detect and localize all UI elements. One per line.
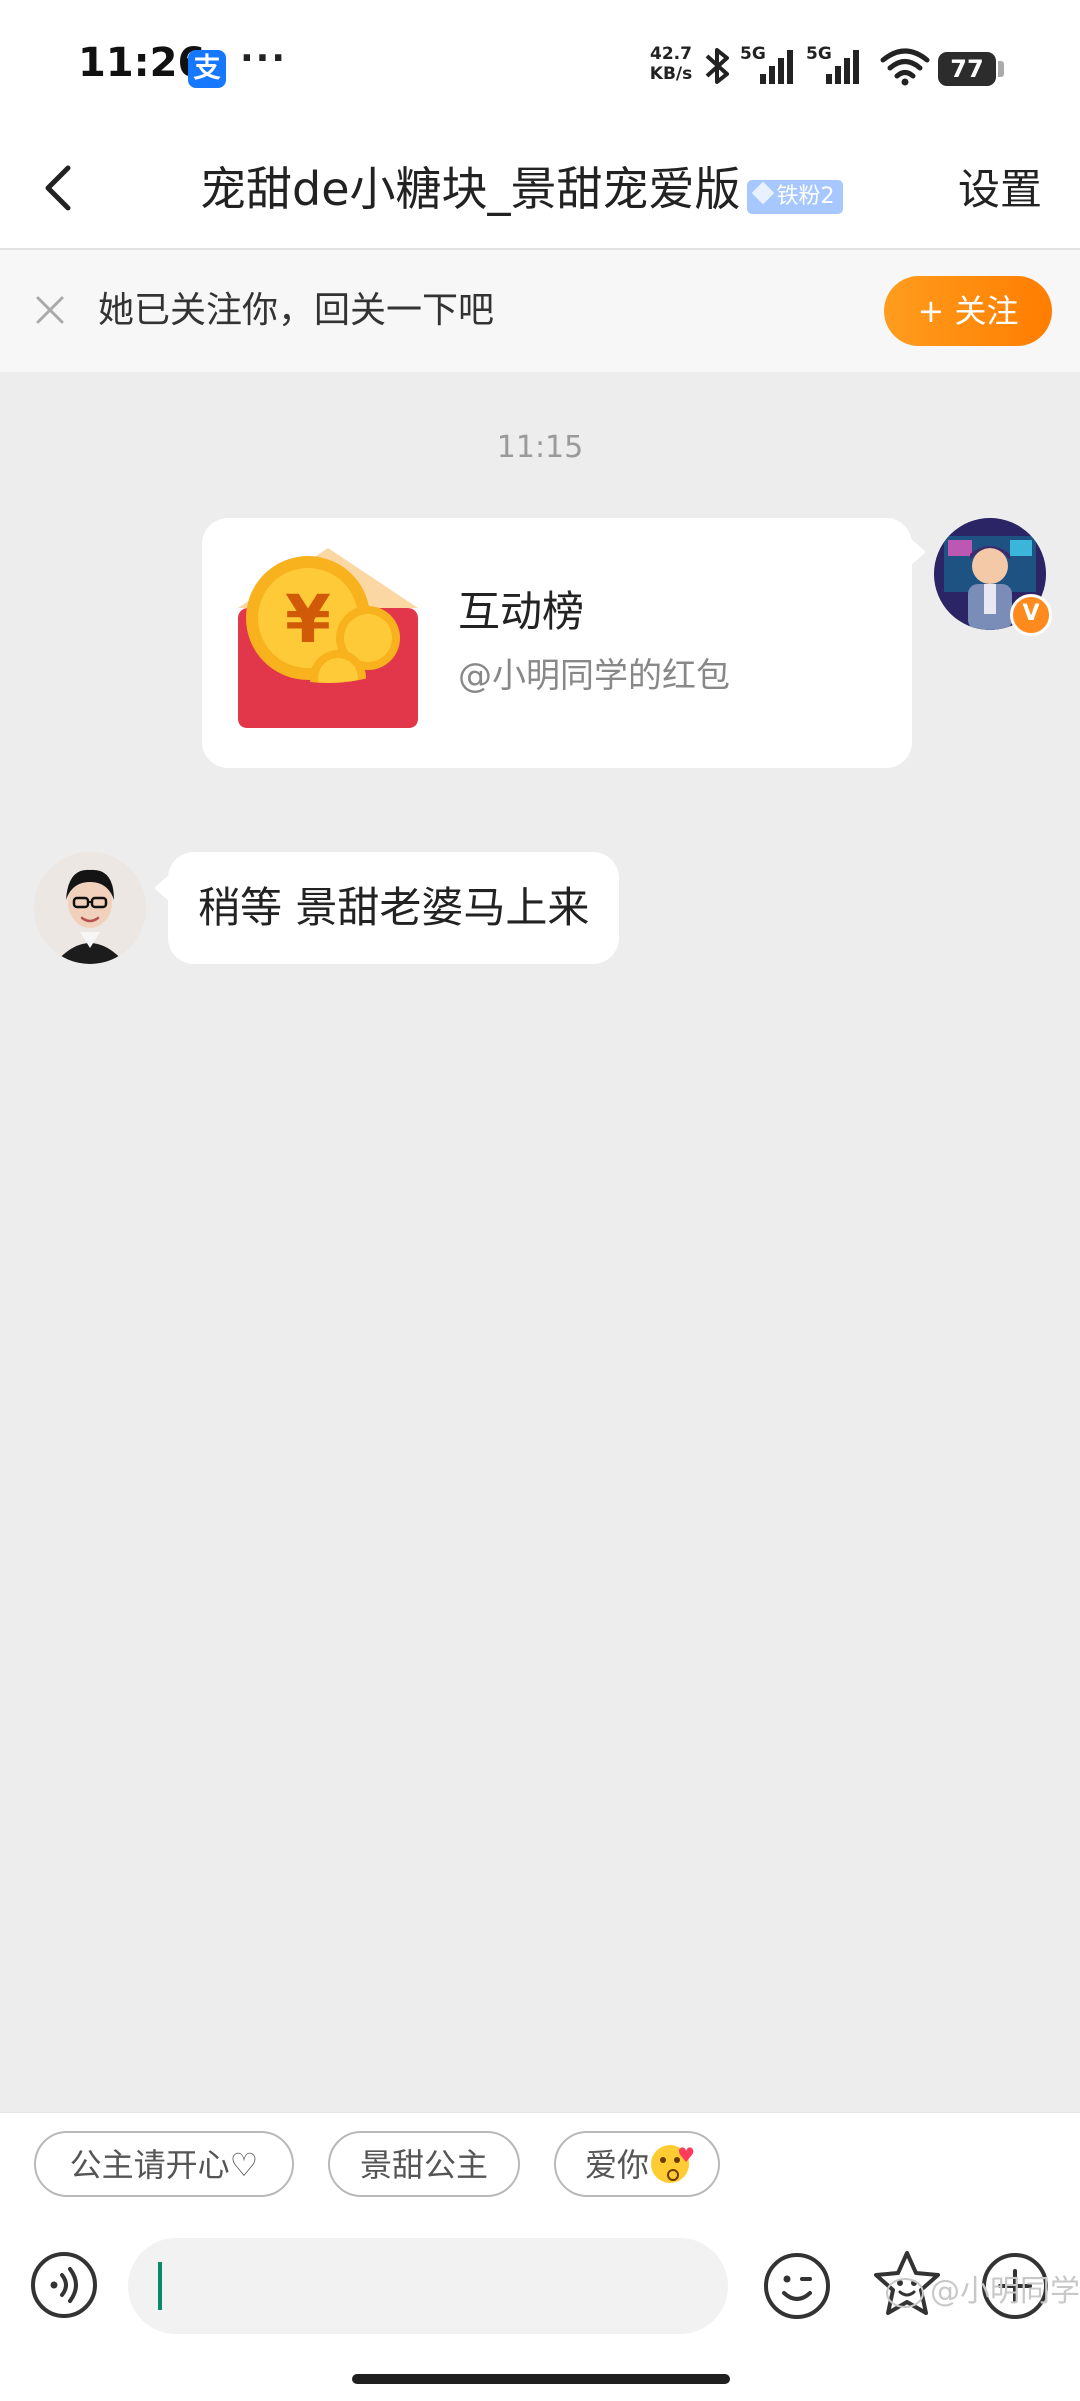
- close-icon[interactable]: [30, 290, 70, 330]
- my-avatar[interactable]: V: [934, 518, 1052, 636]
- message-timestamp: 11:15: [496, 430, 584, 465]
- network-speed: 42.7 KB/s: [646, 44, 696, 84]
- signal-2-icon: 5G: [806, 44, 866, 88]
- bluetooth-icon: [705, 48, 729, 84]
- follow-hint-text: 她已关注你，回关一下吧: [98, 290, 495, 331]
- title-area: 宠甜de小糖块_景甜宠爱版 铁粉2: [200, 156, 900, 222]
- message-input[interactable]: [128, 2238, 728, 2334]
- fan-level-badge: 铁粉2: [746, 179, 843, 214]
- text-message[interactable]: 稍等 景甜老婆马上来: [153, 852, 620, 964]
- text-cursor: [158, 2262, 162, 2310]
- alipay-icon: 支: [188, 50, 226, 88]
- network-speed-value: 42.7: [650, 44, 692, 64]
- emoji-icon[interactable]: [762, 2251, 832, 2321]
- signal-1-icon: 5G: [740, 44, 800, 88]
- red-packet-subtitle: @小明同学的红包: [458, 656, 730, 696]
- chat-header: 宠甜de小糖块_景甜宠爱版 铁粉2 设置: [0, 130, 1080, 250]
- red-packet-icon: ¥: [238, 548, 418, 728]
- red-packet-title: 互动榜: [458, 587, 585, 636]
- home-indicator[interactable]: [352, 2374, 730, 2384]
- page-title: 宠甜de小糖块_景甜宠爱版: [200, 162, 741, 216]
- kiss-emoji-icon: ♥: [651, 2145, 695, 2183]
- follow-button[interactable]: + 关注: [884, 276, 1052, 346]
- weibo-watermark: @小明同学: [886, 2266, 1080, 2310]
- quick-reply-3-label: 爱你: [584, 2146, 649, 2184]
- quick-reply-3[interactable]: 爱你 ♥: [554, 2131, 720, 2197]
- follow-suggestion-bar: 她已关注你，回关一下吧 + 关注: [0, 250, 1080, 372]
- status-bar: 11:26 支 ··· 42.7 KB/s 5G 5G 77: [0, 0, 1080, 130]
- verified-badge: V: [1010, 594, 1052, 636]
- fan-badge-label: 铁粉2: [776, 183, 835, 209]
- friend-avatar[interactable]: [34, 852, 146, 964]
- quick-reply-2[interactable]: 景甜公主: [328, 2131, 520, 2197]
- more-notifications-icon: ···: [240, 38, 288, 79]
- wifi-icon: [880, 48, 930, 86]
- network-speed-unit: KB/s: [649, 64, 693, 84]
- status-time: 11:26: [78, 40, 206, 86]
- weibo-logo-icon: [886, 2277, 924, 2308]
- quick-reply-1[interactable]: 公主请开心♡: [34, 2131, 294, 2197]
- settings-button[interactable]: 设置: [958, 160, 1042, 220]
- watermark-text: @小明同学: [930, 2274, 1080, 2309]
- svg-text:¥: ¥: [285, 581, 331, 658]
- red-packet-message[interactable]: ¥ 互动榜 @小明同学的红包: [202, 518, 926, 768]
- battery-indicator: 77: [938, 52, 996, 86]
- diamond-icon: [751, 181, 774, 204]
- battery-tip: [998, 61, 1004, 77]
- back-arrow-icon[interactable]: [30, 158, 90, 218]
- voice-input-icon[interactable]: [30, 2251, 98, 2319]
- input-panel: 公主请开心♡ 景甜公主 爱你 ♥: [0, 2112, 1080, 2401]
